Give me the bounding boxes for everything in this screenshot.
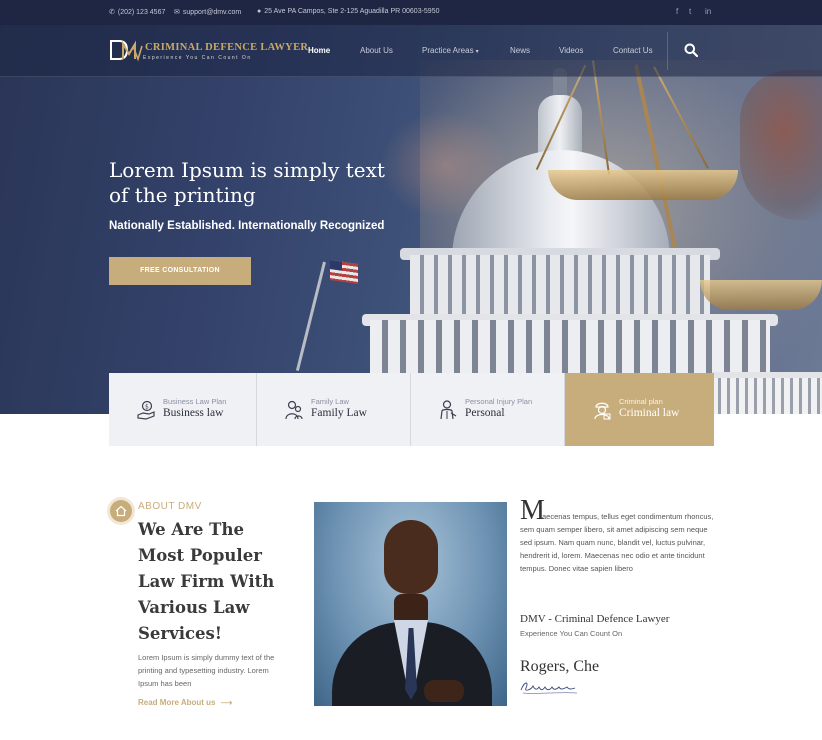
us-flag xyxy=(330,260,358,284)
about-badge xyxy=(110,500,132,522)
free-consultation-button[interactable]: FREE CONSULTATION xyxy=(109,257,251,285)
firm-tagline: Experience You Can Count On xyxy=(520,629,623,638)
nav-home[interactable]: Home xyxy=(308,46,330,55)
top-info-bar: ✆ (202) 123 4567 ✉ support@dmv.com ● 25 Ave… xyxy=(0,0,822,25)
hero-title: Lorem Ipsum is simply text of the printi… xyxy=(109,158,385,207)
card-subtitle: Personal Injury Plan xyxy=(465,397,533,406)
card-title: Personal xyxy=(465,407,505,419)
svg-text:$: $ xyxy=(145,404,149,411)
signature-image xyxy=(520,682,578,694)
criminal-icon xyxy=(594,402,611,420)
nav-about-us[interactable]: About Us xyxy=(360,46,393,55)
nav-videos[interactable]: Videos xyxy=(559,46,583,55)
topbar-email[interactable]: ✉ support@dmv.com xyxy=(174,8,241,16)
map-pin-icon: ● xyxy=(257,8,262,15)
portrait-head xyxy=(384,520,438,594)
arrow-right-icon: ⟶ xyxy=(220,698,233,707)
card-title: Business law xyxy=(163,407,224,419)
hero-hand-image xyxy=(740,70,822,220)
practice-card-business[interactable]: $ Business Law Plan Business law xyxy=(109,373,257,446)
about-text: Lorem Ipsum is simply dummy text of the … xyxy=(138,653,275,688)
card-subtitle: Business Law Plan xyxy=(163,397,227,406)
scale-pan xyxy=(700,280,822,310)
home-icon xyxy=(115,505,127,517)
nav-news[interactable]: News xyxy=(510,46,530,55)
portrait-hands xyxy=(424,680,464,702)
money-hand-icon: $ xyxy=(137,400,155,420)
card-title: Criminal law xyxy=(619,407,680,419)
card-title: Family Law xyxy=(311,407,367,419)
brand-logo-icon[interactable] xyxy=(109,38,143,62)
injury-icon xyxy=(440,400,457,420)
hero-subtitle: Nationally Established. Internationally … xyxy=(109,220,385,232)
practice-card-family[interactable]: Family Law Family Law xyxy=(257,373,411,446)
about-label: ABOUT DMV xyxy=(138,501,202,512)
envelope-icon: ✉ xyxy=(174,9,180,16)
capitol-balustrade xyxy=(712,372,822,414)
card-subtitle: Family Law xyxy=(311,397,349,406)
topbar-address: ● 25 Ave PA Campos, Ste 2-125 Aguadilla P… xyxy=(257,8,440,15)
nav-practice-areas[interactable]: Practice Areas ▾ xyxy=(422,46,479,55)
family-icon xyxy=(285,400,303,420)
read-more-link[interactable]: Read More About us ⟶ xyxy=(138,698,232,707)
nav-contact-us[interactable]: Contact Us xyxy=(613,46,653,55)
card-subtitle: Criminal plan xyxy=(619,397,663,406)
brand-title[interactable]: CRIMINAL DEFENCE LAWYER xyxy=(145,42,308,53)
flag-pole xyxy=(295,261,326,372)
chevron-down-icon: ▾ xyxy=(475,49,479,55)
bio-text: aecenas tempus, tellus eget condimentum … xyxy=(520,512,714,573)
scale-pan xyxy=(548,170,738,200)
phone-icon: ✆ xyxy=(109,9,115,16)
facebook-icon[interactable]: f xyxy=(676,7,678,16)
lawyer-portrait xyxy=(314,502,507,706)
practice-cards: $ Business Law Plan Business law Family … xyxy=(109,373,714,446)
about-heading: We Are The Most Populer Law Firm With Va… xyxy=(138,520,275,643)
search-icon[interactable] xyxy=(684,43,698,57)
practice-card-criminal[interactable]: Criminal plan Criminal law xyxy=(565,373,714,446)
topbar-phone[interactable]: ✆ (202) 123 4567 xyxy=(109,8,165,16)
nav-divider xyxy=(667,32,668,70)
brand-tagline: Experience You Can Count On xyxy=(143,55,252,61)
twitter-icon[interactable]: t xyxy=(689,7,691,16)
firm-name: DMV - Criminal Defence Lawyer xyxy=(520,613,670,625)
practice-card-personal[interactable]: Personal Injury Plan Personal xyxy=(411,373,565,446)
person-name: Rogers, Che xyxy=(520,658,600,675)
linkedin-icon[interactable]: in xyxy=(705,7,711,16)
